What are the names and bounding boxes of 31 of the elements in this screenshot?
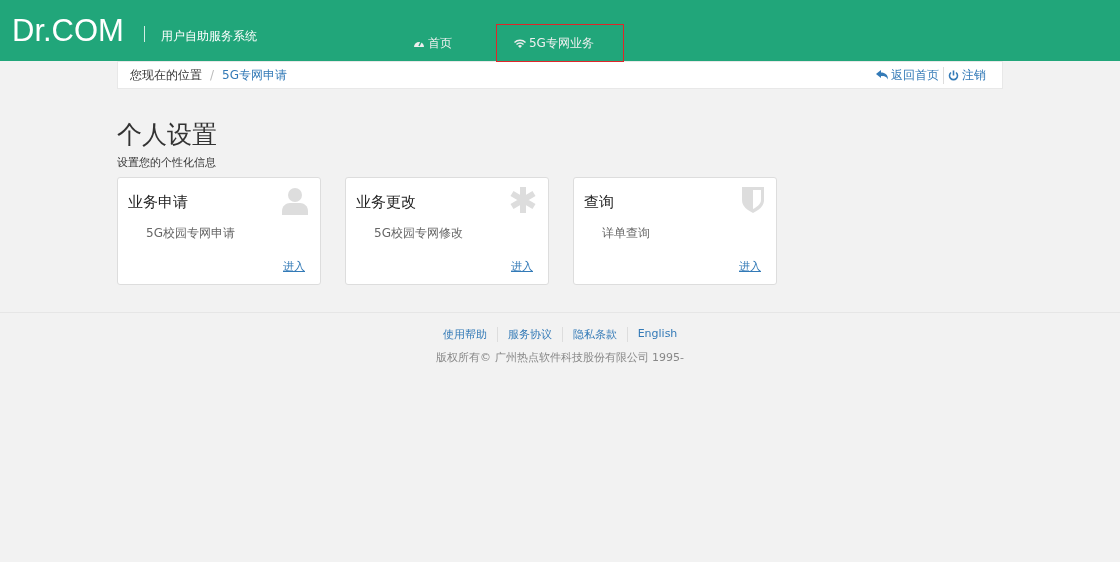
footer-link[interactable]: 服务协议	[496, 327, 562, 342]
card-title: 业务更改	[356, 193, 416, 212]
logo: Dr.COM	[12, 14, 124, 48]
power-icon	[948, 69, 959, 81]
card-title: 查询	[584, 193, 614, 212]
header-link[interactable]: 注销	[943, 66, 990, 84]
card-title: 业务申请	[128, 193, 188, 212]
shield-icon	[742, 187, 764, 213]
header-link[interactable]: 返回首页	[872, 66, 943, 84]
nav-link[interactable]: 首页	[412, 24, 468, 62]
enter-link[interactable]: 进入	[283, 259, 305, 274]
card-description: 详单查询	[602, 225, 650, 242]
copyright-text: 版权所有© 广州热点软件科技股份有限公司 1995-	[436, 350, 684, 365]
user-icon	[282, 187, 308, 215]
breadcrumb-link[interactable]: 5G专网申请	[222, 66, 287, 84]
footer-link[interactable]: English	[626, 327, 688, 342]
reply-arrow-icon	[876, 70, 888, 80]
page-title: 个人设置	[117, 119, 218, 151]
wifi-icon	[513, 38, 526, 48]
asterisk-icon	[510, 187, 536, 213]
card-description: 5G校园专网修改	[374, 225, 463, 242]
breadcrumb-label: 您现在的位置	[130, 66, 202, 84]
enter-link[interactable]: 进入	[739, 259, 761, 274]
page-subtitle: 设置您的个性化信息	[117, 155, 217, 170]
enter-link[interactable]: 进入	[511, 259, 533, 274]
footer-link[interactable]: 使用帮助	[432, 327, 497, 342]
footer-link[interactable]: 隐私条款	[561, 327, 627, 342]
system-title: 用户自助服务系统	[160, 28, 257, 45]
nav-link[interactable]: 5G专网业务	[495, 24, 624, 62]
card-description: 5G校园专网申请	[146, 225, 235, 242]
breadcrumb-separator: /	[210, 68, 215, 82]
